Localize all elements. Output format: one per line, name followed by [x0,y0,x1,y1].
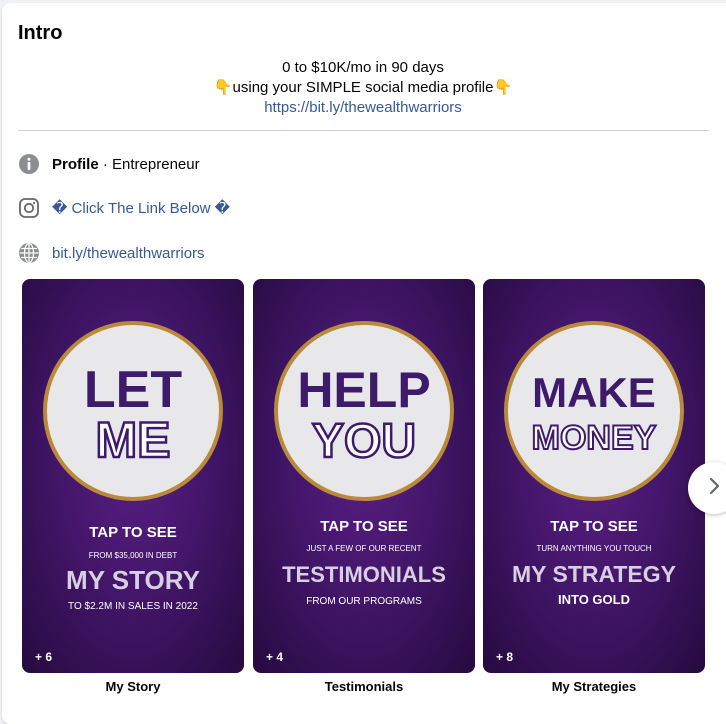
cover-word-2: ME [96,412,171,468]
website-row: bit.ly/thewealthwarriors [18,242,205,264]
cover-word-1: LET [84,361,182,419]
cover-word-2: YOU [312,415,416,468]
cover-sub-1: FROM $35,000 IN DEBT [89,551,178,560]
highlight-testimonials[interactable]: HELP YOU TAP TO SEE JUST A FEW OF OUR RE… [253,279,475,694]
profile-category: Entrepreneur [112,155,200,173]
highlight-cover[interactable]: LET ME TAP TO SEE FROM $35,000 IN DEBT M… [22,279,244,673]
cover-sub-2: TO $2.2M IN SALES IN 2022 [68,601,198,612]
cover-sub-1: TURN ANYTHING YOU TOUCH [536,544,651,553]
cover-big-text: MY STRATEGY [512,561,676,587]
divider [18,130,709,131]
intro-title: Intro [18,22,63,44]
profile-label: Profile [52,155,99,173]
profile-separator: · [98,155,113,173]
highlight-label[interactable]: Testimonials [253,679,475,694]
cover-sub-2: INTO GOLD [558,592,630,607]
instagram-row: � Click The Link Below � [18,197,230,219]
bio-line-1: 0 to $10K/mo in 90 days [282,59,444,76]
profile-row: Profile · Entrepreneur [18,153,200,175]
globe-icon [18,242,40,264]
cover-word-1: HELP [297,362,430,418]
info-icon [18,153,40,175]
bio-link[interactable]: https://bit.ly/thewealthwarriors [18,98,708,118]
cover-word-1: MAKE [532,369,656,416]
cover-tap-text: TAP TO SEE [89,524,177,541]
bio-line-2: 👇using your SIMPLE social media profile👇 [213,79,513,96]
highlight-my-story[interactable]: LET ME TAP TO SEE FROM $35,000 IN DEBT M… [22,279,244,694]
cover-big-text: MY STORY [66,565,200,595]
cover-word-2: MONEY [532,419,657,457]
chevron-right-icon [706,476,722,501]
highlight-count: + 6 [35,650,53,664]
intro-card: Intro 0 to $10K/mo in 90 days 👇using you… [2,3,726,724]
cover-tap-text: TAP TO SEE [550,518,638,535]
highlight-label[interactable]: My Story [22,679,244,694]
highlight-label[interactable]: My Strategies [483,679,705,694]
cover-sub-2: FROM OUR PROGRAMS [306,596,422,607]
instagram-icon [18,197,40,219]
highlight-cover[interactable]: HELP YOU TAP TO SEE JUST A FEW OF OUR RE… [253,279,475,673]
highlight-count: + 4 [266,650,284,664]
highlight-cover[interactable]: MAKE MONEY TAP TO SEE TURN ANYTHING YOU … [483,279,705,673]
cover-sub-1: JUST A FEW OF OUR RECENT [307,544,422,553]
highlights-carousel: LET ME TAP TO SEE FROM $35,000 IN DEBT M… [22,279,726,699]
cover-tap-text: TAP TO SEE [320,518,408,535]
website-link[interactable]: bit.ly/thewealthwarriors [52,245,205,262]
highlight-count: + 8 [496,650,514,664]
cover-big-text: TESTIMONIALS [282,562,446,587]
instagram-link[interactable]: � Click The Link Below � [52,199,230,217]
bio: 0 to $10K/mo in 90 days 👇using your SIMP… [18,58,708,118]
highlight-my-strategies[interactable]: MAKE MONEY TAP TO SEE TURN ANYTHING YOU … [483,279,705,694]
